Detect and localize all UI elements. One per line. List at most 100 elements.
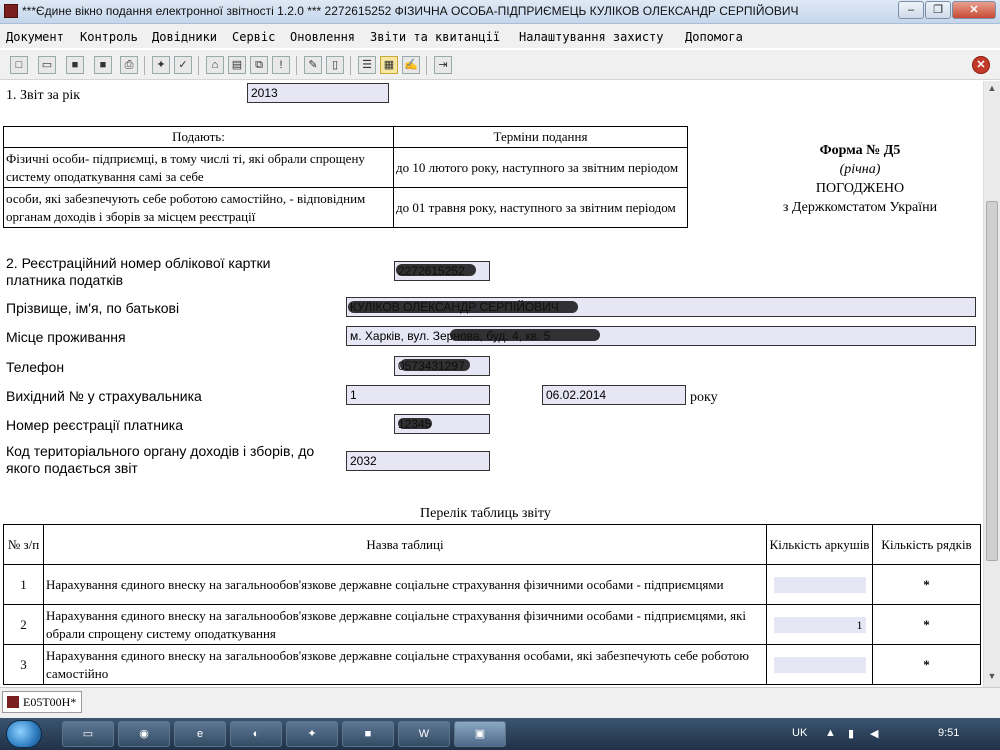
menu-service[interactable]: Сервіс [232,30,275,44]
tool-icon[interactable]: ✦ [286,721,338,747]
menu-updates[interactable]: Оновлення [290,30,355,44]
reg-number-label: 2. Реєстраційний номер облікової картки … [6,255,271,288]
full-name-label: Прізвище, ім'я, по батькові [6,300,180,316]
sheets-cell[interactable] [766,644,873,685]
row-name: Нарахування єдиного внеску на загальнооб… [43,604,767,645]
close-button[interactable]: ✕ [952,1,996,19]
table-row: 1 Нарахування єдиного внеску на загально… [3,564,981,605]
outgoing-number-label: Вихідний № у страхувальника [6,388,202,404]
start-button-icon[interactable] [6,720,42,748]
toolbar: □ ▭ ■ ■ ⎙ ✦ ✓ ⌂ ▤ ⧉ ! ✎ ▯ ☰ ▦ ✍ ⇥ ✕ [0,50,1000,80]
table-header-row: № з/п Назва таблиці Кількість аркушів Кі… [3,524,981,565]
report-app-icon[interactable]: ▣ [454,721,506,747]
outgoing-number-field[interactable]: 1 [346,385,490,405]
document-area: 1. Звіт за рік 2013 Подають: Терміни под… [0,81,983,687]
redaction-scribble [398,418,432,429]
network-icon[interactable]: ▮ [848,727,854,740]
tray-arrow-icon[interactable]: ▲ [825,727,836,739]
tax-office-field[interactable]: 2032 [346,451,490,471]
sheets-cell[interactable]: 1 [766,604,873,645]
minimize-button[interactable]: ‒ [898,1,924,19]
year-field[interactable]: 2013 [247,83,389,103]
sheets-cell[interactable] [766,564,873,605]
rows-count: * [872,604,981,645]
when-cell: до 10 лютого року, наступного за звітним… [393,147,688,188]
phone-label: Телефон [6,359,65,375]
table-row: Фізичні особи- підприємці, в тому числі … [3,147,688,188]
address-field[interactable]: м. Харків, вул. Зернова, буд. 4, кв. 5 [346,326,976,346]
firefox-icon[interactable]: ◐ [230,721,282,747]
save-all-icon[interactable]: ■ [94,56,112,74]
outgoing-date-field[interactable]: 06.02.2014 [542,385,686,405]
scroll-thumb[interactable] [986,201,998,561]
save-icon[interactable]: ■ [342,721,394,747]
approved-by: з Держкомстатом України [782,200,938,215]
home-icon[interactable]: ⌂ [206,56,224,74]
form-number: Форма № Д5 [819,143,901,158]
form-period: (річна) [839,162,881,177]
volume-icon[interactable]: ◀ [870,727,878,740]
title-bar: ***Єдине вікно подання електронної звітн… [0,0,1000,24]
toolbar-separator [198,56,199,75]
header-who: Подають: [3,126,394,148]
toolbar-separator [296,56,297,75]
ie-icon[interactable]: e [174,721,226,747]
col-name-header: Назва таблиці [43,524,767,565]
clock[interactable]: 9:51 [938,727,959,739]
redaction-scribble [348,301,578,313]
exit-icon[interactable]: ⇥ [434,56,452,74]
row-name: Нарахування єдиного внеску на загальнооб… [43,564,767,605]
when-cell: до 01 травня року, наступного за звітним… [393,187,688,228]
form-header: Форма № Д5 (річна) ПОГОДЖЕНО з Держкомст… [760,141,960,217]
menu-help[interactable]: Допомога [685,30,743,44]
edit-pen-icon[interactable]: ✎ [304,56,322,74]
print-icon[interactable]: ⎙ [120,56,138,74]
language-indicator[interactable]: UK [792,727,807,739]
status-bar: E05T00H* [0,687,1000,718]
toolbar-separator [350,56,351,75]
copy-icon[interactable]: ⧉ [250,56,268,74]
maximize-button[interactable]: ❐ [925,1,951,19]
save-icon[interactable]: ■ [66,56,84,74]
sheets-field[interactable]: 1 [773,616,866,633]
sheets-field[interactable] [773,576,866,593]
tables-list-caption: Перелік таблиць звіту [420,506,551,521]
vertical-scrollbar[interactable]: ▲ ▼ [983,81,1000,687]
document-tab[interactable]: E05T00H* [2,691,82,713]
tools-icon[interactable]: ✦ [152,56,170,74]
new-doc-icon[interactable]: □ [10,56,28,74]
error-check-icon[interactable]: ! [272,56,290,74]
scroll-up-icon[interactable]: ▲ [986,83,998,95]
clear-icon[interactable]: ▯ [326,56,344,74]
menu-references[interactable]: Довідники [152,30,217,44]
menu-security[interactable]: Налаштування захисту [519,30,664,44]
sheets-field[interactable] [773,656,866,673]
open-folder-icon[interactable]: ▭ [38,56,56,74]
sign-icon[interactable]: ✍ [402,56,420,74]
table-row: 3 Нарахування єдиного внеску на загально… [3,644,981,685]
word-icon[interactable]: W [398,721,450,747]
toolbar-separator [144,56,145,75]
year-label: 1. Звіт за рік [6,88,81,103]
check-icon[interactable]: ✓ [174,56,192,74]
menu-control[interactable]: Контроль [80,30,138,44]
insurer-number-label: Номер реєстрації платника [6,417,184,433]
menu-reports[interactable]: Звіти та квитанції [370,30,500,44]
menu-document[interactable]: Документ [6,30,64,44]
row-name: Нарахування єдиного внеску на загальнооб… [43,644,767,685]
chrome-icon[interactable]: ◉ [118,721,170,747]
menu-bar: Документ Контроль Довідники Сервіс Оновл… [0,24,1000,48]
view-icon[interactable]: ▦ [380,56,398,74]
header-when: Терміни подання [393,126,688,148]
book-icon[interactable]: ▤ [228,56,246,74]
row-number: 2 [3,604,44,645]
year-word: року [690,390,718,405]
properties-icon[interactable]: ☰ [358,56,376,74]
who-cell: Фізичні особи- підприємці, в тому числі … [3,147,394,188]
row-number: 1 [3,564,44,605]
explorer-icon[interactable]: ▭ [62,721,114,747]
scroll-down-icon[interactable]: ▼ [986,671,998,683]
tables-list: № з/п Назва таблиці Кількість аркушів Кі… [3,524,981,685]
toolbar-separator [426,56,427,75]
close-doc-icon[interactable]: ✕ [972,56,990,74]
